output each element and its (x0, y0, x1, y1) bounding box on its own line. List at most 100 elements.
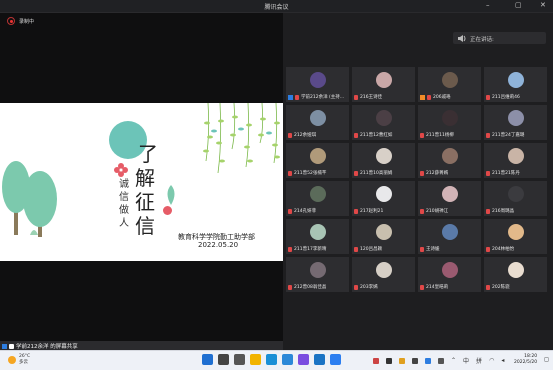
avatar (442, 262, 458, 278)
participant-tile[interactable]: 214皇皓莉 (418, 257, 481, 292)
task-view-icon[interactable] (234, 354, 245, 365)
chevron-up-icon[interactable]: ⌃ (451, 357, 456, 364)
avatar (376, 224, 392, 240)
participant-name: 203李嫣 (360, 285, 378, 290)
participant-tile[interactable]: 211曾21陈丹 (484, 143, 547, 178)
tray-app-icon[interactable] (412, 357, 418, 364)
edge-icon[interactable] (266, 354, 277, 365)
participant-tile[interactable]: 202陈骁 (484, 257, 547, 292)
avatar (376, 148, 392, 164)
notification-icon[interactable]: ◻ (544, 356, 549, 363)
participant-tile[interactable]: 211曾17李新晴 (286, 219, 349, 254)
participant-tile[interactable]: 206戚珞 (418, 67, 481, 102)
participant-tile[interactable]: 211曾52张楠芊 (286, 143, 349, 178)
participant-name: 210胡禅江 (426, 209, 449, 214)
participant-tile[interactable]: 216王诗佳 (352, 67, 415, 102)
ime-mode[interactable]: 拼 (476, 356, 482, 365)
tray-app-icon[interactable] (438, 357, 444, 364)
participant-tile[interactable]: 211曾24丁嘉璐 (484, 105, 547, 140)
slide-date: 2022.05.20 (198, 241, 239, 249)
participant-tile[interactable]: 212余娅琪 (286, 105, 349, 140)
host-badge-icon (288, 94, 293, 100)
tray-app-icon[interactable] (425, 357, 431, 364)
participant-name: 212余娅琪 (294, 133, 317, 138)
system-clock[interactable]: 18:20 2022/5/20 (514, 354, 537, 366)
participant-tile[interactable]: 212薛菁嫣 (418, 143, 481, 178)
participant-tile[interactable]: 211曾12曹红如 (352, 105, 415, 140)
tray-app-icon[interactable] (373, 357, 379, 364)
trees-illustration (2, 161, 57, 237)
speaking-indicator[interactable]: 正在讲话: (453, 32, 546, 44)
red-dot-decoration (163, 206, 172, 215)
participant-tile[interactable]: 王诗媛 (418, 219, 481, 254)
taskbar-apps (202, 354, 341, 365)
slide-subtitle-char: 信 (119, 192, 129, 203)
leaf-icon (167, 185, 175, 205)
search-icon[interactable] (218, 354, 229, 365)
participant-tile[interactable]: 学前212余洋 (主持... (286, 67, 349, 102)
mic-muted-icon (354, 284, 358, 290)
windows-icon[interactable] (202, 354, 213, 365)
weather-desc: 多云 (19, 360, 28, 365)
participant-name: 202陈骁 (492, 285, 510, 290)
participant-tile[interactable]: 203李嫣 (352, 257, 415, 292)
video-grid: 学前212余洋 (主持... 216王诗佳 206戚珞 211吕维莉46 212余娅琪 2… (286, 67, 548, 292)
slide-subtitle-char: 做 (119, 205, 129, 216)
participant-tile[interactable]: 210胡禅江 (418, 181, 481, 216)
tray-app-icon[interactable] (399, 357, 405, 364)
mic-muted-icon (288, 284, 292, 290)
participant-name: 211吕维莉46 (492, 95, 520, 100)
app-icon[interactable] (298, 354, 309, 365)
screen-share-bar[interactable]: 学前212余洋 的屏幕共享 (0, 341, 283, 350)
close-icon[interactable]: ✕ (540, 1, 546, 9)
file-explorer-icon[interactable] (250, 354, 261, 365)
avatar (310, 262, 326, 278)
ime-indicator[interactable]: 中 (463, 356, 469, 365)
maximize-icon[interactable]: ▢ (515, 1, 522, 9)
wifi-icon[interactable]: ◠ (489, 357, 494, 364)
avatar (310, 72, 326, 88)
mic-muted-icon (420, 208, 424, 214)
participant-tile[interactable]: 211吕维莉46 (484, 67, 547, 102)
weather-widget[interactable]: 26°C 多云 (8, 354, 30, 366)
mic-muted-icon (420, 284, 424, 290)
mic-muted-icon (354, 170, 358, 176)
mic-muted-icon (486, 170, 490, 176)
participant-name: 120吕昌颖 (360, 247, 383, 252)
slide-title-char: 信 (135, 214, 155, 238)
participant-tile[interactable]: 212曾08翁佳晶 (286, 257, 349, 292)
participant-name: 王诗媛 (426, 247, 440, 252)
volume-icon[interactable]: ◂ (501, 357, 504, 364)
participant-tile[interactable]: 120吕昌颖 (352, 219, 415, 254)
participant-tile[interactable]: 214孔妍菲 (286, 181, 349, 216)
avatar (376, 110, 392, 126)
photos-icon[interactable] (282, 354, 293, 365)
avatar (508, 148, 524, 164)
participant-name: 212薛菁嫣 (426, 171, 449, 176)
title-bar: 腾讯会议 – ▢ ✕ (0, 0, 553, 13)
mic-muted-icon (486, 284, 490, 290)
mic-muted-icon (288, 246, 292, 252)
store-icon[interactable] (314, 354, 325, 365)
participant-tile[interactable]: 204林柏怡 (484, 219, 547, 254)
meeting-icon[interactable] (330, 354, 341, 365)
mic-muted-icon (420, 170, 424, 176)
window-title: 腾讯会议 (264, 4, 289, 11)
participant-tile[interactable]: 217赵利21 (352, 181, 415, 216)
participant-name: 学前212余洋 (主持... (301, 95, 345, 100)
slide-title-char: 征 (135, 190, 155, 214)
avatar (310, 224, 326, 240)
participant-name: 211曾12曹红如 (360, 133, 393, 138)
record-icon (7, 17, 15, 25)
participant-tile[interactable]: 211曾11杨柳 (418, 105, 481, 140)
mic-muted-icon (427, 94, 431, 100)
tray-app-icon[interactable] (386, 357, 392, 364)
mic-muted-icon (486, 94, 490, 100)
avatar (376, 186, 392, 202)
participant-name: 211曾52张楠芊 (294, 171, 327, 176)
participant-tile[interactable]: 211曾10高丽娟 (352, 143, 415, 178)
recording-indicator[interactable]: 录制中 (7, 17, 34, 25)
participant-tile[interactable]: 216周璐晶 (484, 181, 547, 216)
minimize-icon[interactable]: – (486, 1, 490, 9)
share-label: 学前212余洋 的屏幕共享 (16, 344, 78, 350)
